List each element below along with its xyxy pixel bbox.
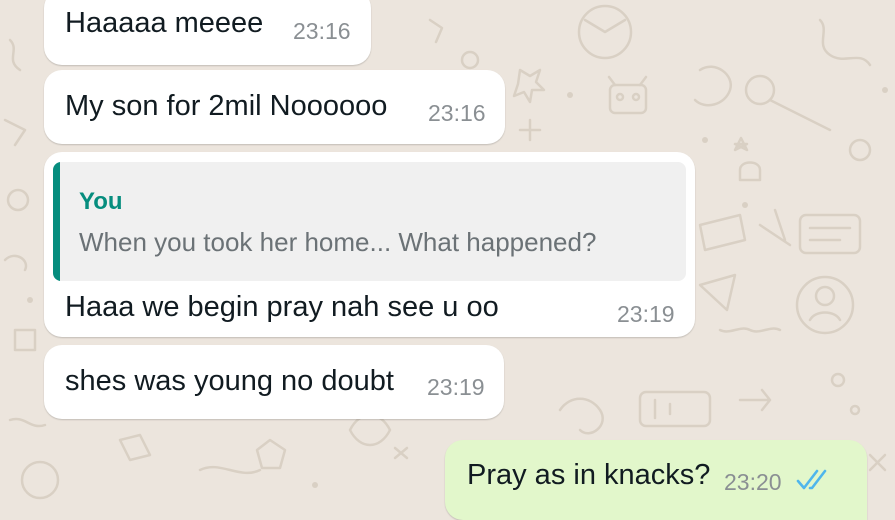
outgoing-message-bubble[interactable]: Pray as in knacks? 23:20: [445, 440, 867, 520]
message-timestamp: 23:19: [617, 301, 675, 327]
message-timestamp: 23:16: [293, 18, 351, 44]
message-text: Haaaaa meeee: [65, 7, 264, 39]
incoming-message-bubble[interactable]: shes was young no doubt 23:19: [44, 345, 504, 419]
quoted-message[interactable]: You When you took her home... What happe…: [53, 162, 686, 281]
double-check-read-icon: [796, 469, 827, 490]
message-timestamp: 23:16: [428, 100, 486, 126]
quote-accent-bar: [53, 162, 60, 281]
message-text: Haaa we begin pray nah see u oo: [65, 291, 499, 323]
incoming-message-bubble[interactable]: My son for 2mil Noooooo 23:16: [44, 70, 505, 144]
quoted-message-text: When you took her home... What happened?: [79, 227, 597, 257]
message-timestamp: 23:19: [427, 374, 485, 400]
message-timestamp: 23:20: [724, 469, 782, 495]
message-text: Pray as in knacks?: [467, 459, 711, 491]
message-text: My son for 2mil Noooooo: [65, 90, 388, 122]
quoted-message-author: You: [79, 188, 123, 215]
incoming-reply-message-bubble[interactable]: You When you took her home... What happe…: [44, 152, 695, 337]
incoming-message-bubble[interactable]: Haaaaa meeee 23:16: [44, 0, 371, 65]
message-text: shes was young no doubt: [65, 365, 394, 397]
